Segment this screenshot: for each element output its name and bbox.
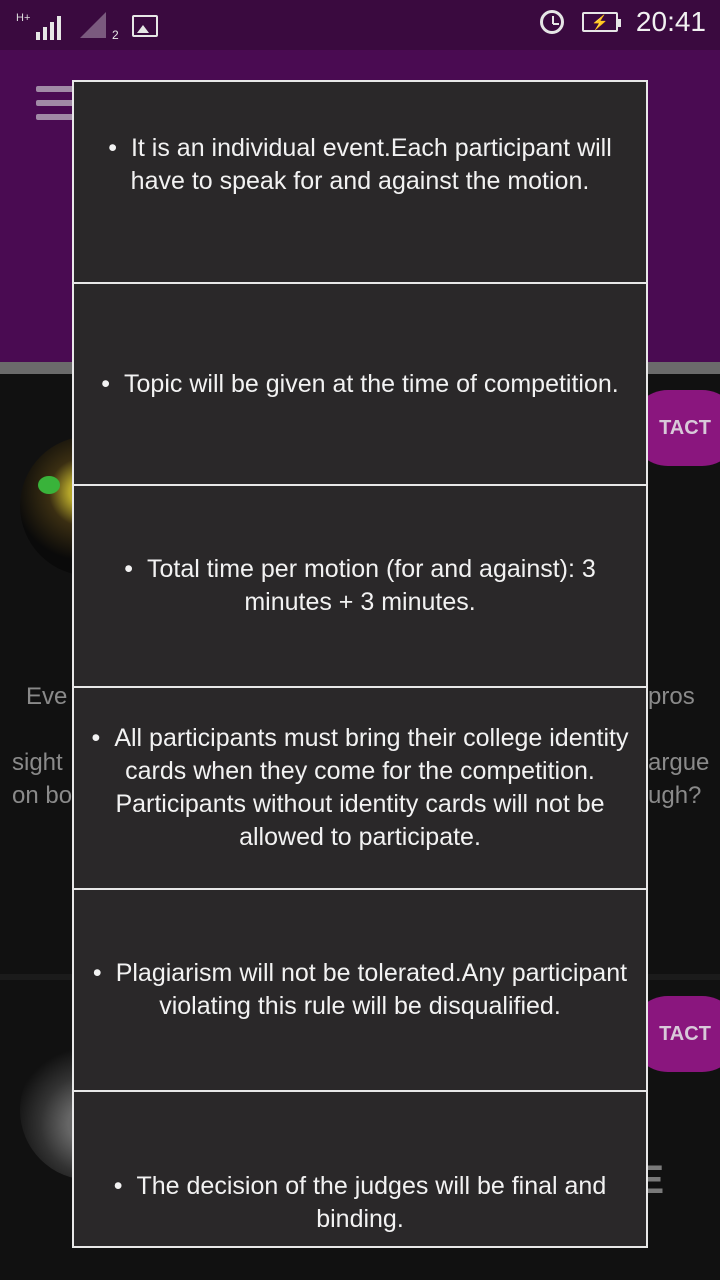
rule-text: It is an individual event.Each participa…	[130, 134, 612, 195]
gallery-icon	[132, 15, 158, 37]
rules-dialog[interactable]: • It is an individual event.Each particip…	[72, 80, 648, 1248]
status-bar: H+ 2 ⚡ 20:41	[0, 0, 720, 50]
network-type-label: H+	[16, 12, 31, 24]
bullet-icon: •	[101, 369, 111, 398]
status-time: 20:41	[635, 6, 706, 37]
sim-signal-icon: 2	[80, 10, 120, 42]
bullet-icon: •	[124, 555, 133, 583]
bullet-icon: •	[108, 134, 117, 162]
sim-number: 2	[112, 28, 119, 42]
card-text-fragment: on bo	[12, 782, 73, 809]
card-text-fragment: ugh?	[648, 782, 702, 809]
menu-icon[interactable]	[36, 86, 76, 122]
rule-item: • Topic will be given at the time of comp…	[74, 284, 646, 486]
rule-item: • It is an individual event.Each particip…	[74, 82, 646, 284]
rule-text: Topic will be given at the time of compe…	[124, 369, 619, 398]
card-text-fragment: argue	[648, 749, 710, 776]
bullet-icon: •	[92, 959, 102, 987]
rule-item: • The decision of the judges will be fina…	[74, 1092, 646, 1246]
rule-text: Total time per motion (for and against):…	[146, 555, 596, 616]
bullet-icon: •	[91, 724, 101, 752]
signal-icon: H+	[16, 12, 68, 40]
rule-item: • Plagiarism will not be tolerated.Any pa…	[74, 890, 646, 1092]
alarm-icon	[539, 10, 564, 34]
bullet-icon: •	[113, 1172, 123, 1200]
rule-item: • All participants must bring their colle…	[74, 688, 646, 890]
rule-text: Plagiarism will not be tolerated.Any par…	[115, 959, 628, 1020]
card-text-fragment: pros	[648, 683, 695, 710]
rule-text: All participants must bring their colleg…	[114, 724, 629, 851]
signal-bars	[36, 16, 61, 40]
battery-charging-icon: ⚡	[581, 12, 621, 32]
status-right: ⚡ 20:41	[539, 6, 706, 38]
rule-text: The decision of the judges will be final…	[136, 1172, 607, 1233]
card-text-fragment: sight	[12, 749, 63, 776]
rule-item: • Total time per motion (for and against)…	[74, 486, 646, 688]
status-left: H+ 2	[16, 10, 158, 42]
card-text-fragment: Eve	[26, 683, 68, 710]
